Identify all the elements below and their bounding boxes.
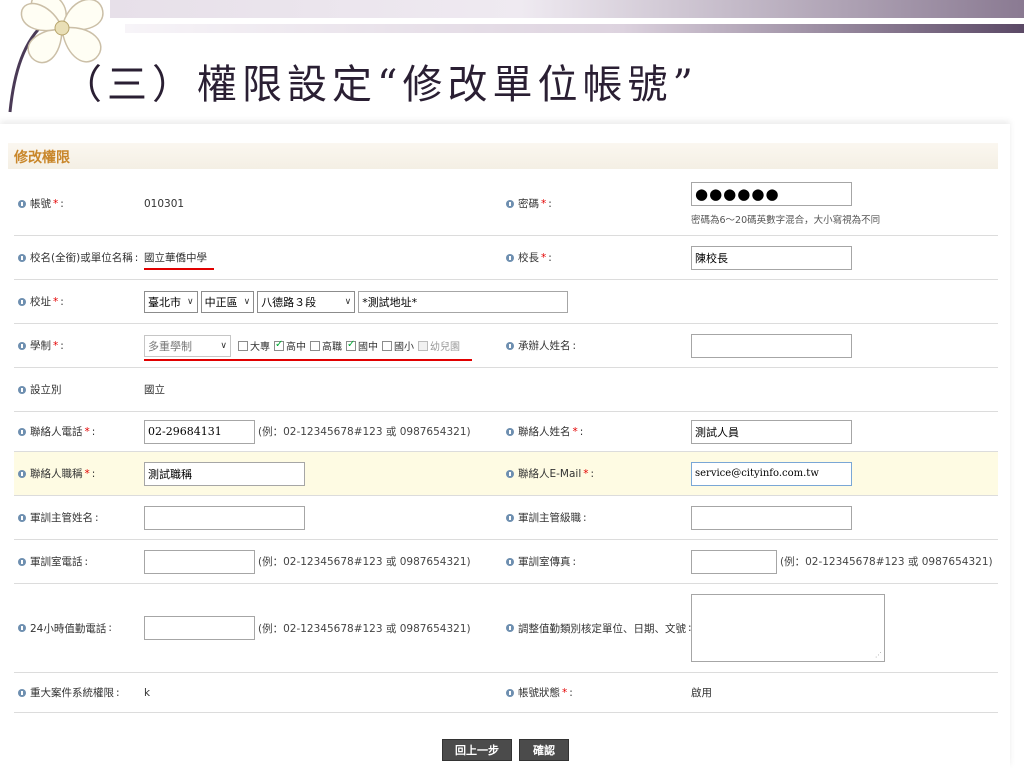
label-handler: 承辦人姓名: <box>502 338 576 353</box>
bullet-icon <box>18 469 26 478</box>
checkbox-vocational[interactable] <box>310 340 320 351</box>
resize-grip-icon[interactable]: ⋰ <box>875 651 882 659</box>
row-mil-phone: 軍訓室電話: (例：02-12345678#123 或 0987654321) … <box>14 540 998 584</box>
checkbox-kindergarten <box>418 340 428 351</box>
label-password: 密碼 *: <box>502 196 552 211</box>
contact-name-input[interactable]: 測試人員 <box>691 419 852 444</box>
label-duty-phone: 24小時值勤電話: <box>14 621 112 636</box>
bullet-icon <box>506 427 514 436</box>
address-detail-input[interactable]: *測試地址* <box>358 290 569 313</box>
district-select[interactable]: 中正區 ∨ <box>200 290 255 313</box>
panel-header: 修改權限 <box>8 143 998 169</box>
row-duty: 24小時值勤電話: (例：02-12345678#123 或 098765432… <box>14 584 998 673</box>
label-mil-head-name: 軍訓主管姓名: <box>14 510 99 525</box>
duty-phone-hint: (例：02-12345678#123 或 0987654321) <box>258 622 471 635</box>
bullet-icon <box>506 688 514 697</box>
checkbox-junior-high[interactable] <box>346 339 356 351</box>
status-value: 啟用 <box>691 687 712 699</box>
label-school: 校名(全銜)或單位名稱: <box>14 250 138 265</box>
bullet-icon <box>18 624 26 632</box>
row-address: 校址 *: 臺北市 ∨ 中正區 ∨ 八德路３段 ∨ *測試地址* <box>14 280 998 324</box>
mil-head-rank-input[interactable] <box>691 505 852 530</box>
label-address: 校址 *: <box>14 294 64 309</box>
bullet-icon <box>506 624 514 632</box>
contact-email-input[interactable]: service@cityinfo.com.tw <box>691 461 852 486</box>
school-underline <box>144 268 214 270</box>
system-underline <box>144 359 472 361</box>
checkbox-elementary[interactable] <box>382 340 392 351</box>
bullet-icon <box>506 513 514 522</box>
label-contact-title: 聯絡人職稱 *: <box>14 466 95 481</box>
header-stripe-secondary <box>125 24 1024 33</box>
contact-phone-hint: (例：02-12345678#123 或 0987654321) <box>258 426 471 438</box>
label-contact-phone: 聯絡人電話 *: <box>14 424 95 439</box>
chevron-down-icon: ∨ <box>220 340 227 351</box>
system-select[interactable]: 多重學制 ∨ <box>144 334 231 357</box>
row-contact-phone: 聯絡人電話 *: 02-29684131 (例：02-12345678#123 或… <box>14 412 998 452</box>
contact-phone-input[interactable]: 02-29684131 <box>144 419 255 444</box>
duty-adjust-textarea[interactable]: ⋰ <box>691 594 885 662</box>
label-mil-fax: 軍訓室傳真: <box>502 554 576 569</box>
handler-input[interactable] <box>691 333 852 358</box>
bullet-icon <box>506 469 514 478</box>
major-case-value: k <box>144 686 151 699</box>
chevron-down-icon: ∨ <box>243 296 251 307</box>
slide-title: （三）權限設定“修改單位帳號” <box>62 62 698 108</box>
mil-phone-hint: (例：02-12345678#123 或 0987654321) <box>258 556 471 568</box>
label-system: 學制 *: <box>14 338 64 353</box>
bullet-icon <box>18 199 26 208</box>
bullet-icon <box>18 557 26 566</box>
checkbox-college[interactable] <box>238 340 248 351</box>
label-major-case: 重大案件系統權限: <box>14 685 120 700</box>
row-founding: 設立別 國立 <box>14 368 998 412</box>
header-stripe <box>110 0 1024 18</box>
mil-fax-input[interactable] <box>691 549 777 574</box>
city-select[interactable]: 臺北市 ∨ <box>144 290 198 313</box>
row-mil-head: 軍訓主管姓名: 軍訓主管級職: <box>14 496 998 540</box>
school-value: 國立華僑中學 <box>144 252 207 264</box>
row-account: 帳號 *: 010301 密碼 *: ●●●●●● 密碼為6～20碼英數字混合，大小… <box>14 172 998 236</box>
founding-value: 國立 <box>144 384 165 396</box>
mil-phone-input[interactable] <box>144 549 255 574</box>
row-system: 學制*: 多重學制∨ 大專 高中 高職 國中 國小 幼兒園 承辦人姓名: <box>14 324 998 368</box>
account-value: 010301 <box>144 197 185 210</box>
bullet-icon <box>18 253 26 262</box>
bullet-icon <box>18 385 26 394</box>
mil-head-name-input[interactable] <box>144 505 305 530</box>
back-button[interactable]: 回上一步 <box>442 739 512 761</box>
principal-input[interactable]: 陳校長 <box>691 245 852 270</box>
bullet-icon <box>506 253 514 262</box>
label-status: 帳號狀態 *: <box>502 685 573 700</box>
label-account: 帳號 *: <box>14 196 64 211</box>
label-mil-phone: 軍訓室電話: <box>14 554 88 569</box>
mil-fax-hint: (例：02-12345678#123 或 0987654321) <box>780 556 993 568</box>
chevron-down-icon: ∨ <box>187 296 194 307</box>
bullet-icon <box>506 341 514 350</box>
bullet-icon <box>18 341 26 350</box>
row-school: 校名(全銜)或單位名稱: 國立華僑中學 校長 *: 陳校長 <box>14 236 998 280</box>
bullet-icon <box>18 513 26 522</box>
bullet-icon <box>506 199 514 208</box>
password-note: 密碼為6～20碼英數字混合，大小寫視為不同 <box>691 214 881 226</box>
row-contact-title: 聯絡人職稱 *: 測試職稱 聯絡人E-Mail *: service@cityinf… <box>14 452 998 496</box>
panel-title: 修改權限 <box>14 150 70 166</box>
contact-title-input[interactable]: 測試職稱 <box>144 461 305 486</box>
row-major-case: 重大案件系統權限: k 帳號狀態 *: 啟用 <box>14 673 998 713</box>
bullet-icon <box>18 427 26 436</box>
label-founding: 設立別 <box>14 382 62 397</box>
chevron-down-icon: ∨ <box>344 296 352 307</box>
duty-phone-input[interactable] <box>144 616 255 640</box>
bullet-icon <box>18 297 26 306</box>
label-mil-head-rank: 軍訓主管級職: <box>502 510 587 525</box>
label-contact-name: 聯絡人姓名 *: <box>502 424 583 439</box>
bullet-icon <box>18 688 26 697</box>
label-duty-adjust: 調整值勤類別核定單位、日期、文號: <box>502 621 692 636</box>
password-input[interactable]: ●●●●●● <box>691 181 852 206</box>
label-principal: 校長 *: <box>502 250 552 265</box>
label-contact-email: 聯絡人E-Mail *: <box>502 466 594 481</box>
bullet-icon <box>506 557 514 566</box>
checkbox-senior-high[interactable] <box>274 339 284 351</box>
confirm-button[interactable]: 確認 <box>519 739 569 761</box>
road-select[interactable]: 八德路３段 ∨ <box>257 290 356 313</box>
